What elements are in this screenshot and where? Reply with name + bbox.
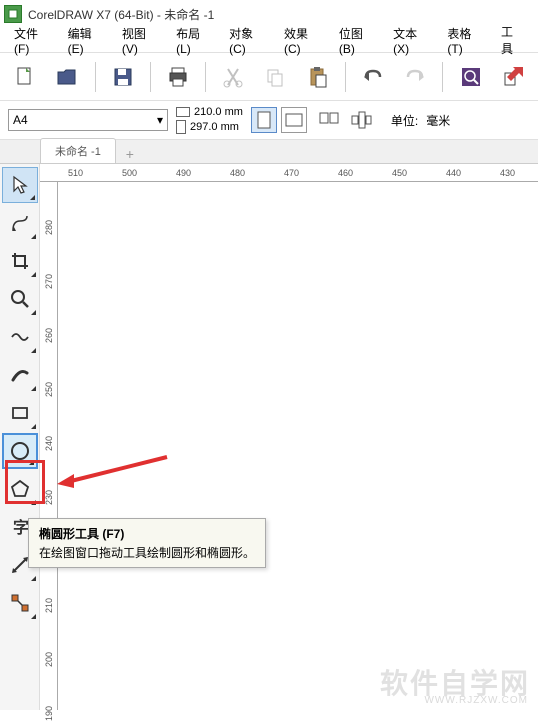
ruler-vertical[interactable]: 280 270 260 250 240 230 220 210 200 190 bbox=[40, 182, 58, 710]
open-button[interactable] bbox=[50, 59, 84, 95]
menu-edit[interactable]: 编辑(E) bbox=[62, 23, 112, 58]
annotation-arrow bbox=[52, 452, 172, 492]
connector-tool[interactable] bbox=[2, 585, 38, 621]
menu-bitmap[interactable]: 位图(B) bbox=[333, 23, 383, 58]
paste-button[interactable] bbox=[301, 59, 335, 95]
menu-effects[interactable]: 效果(C) bbox=[278, 23, 329, 58]
page-dimensions: 210.0 mm 297.0 mm bbox=[176, 106, 243, 134]
zoom-tool[interactable] bbox=[2, 281, 38, 317]
watermark-url: WWW.RJZXW.COM bbox=[424, 695, 528, 706]
document-tabs: 未命名 -1 + bbox=[0, 140, 538, 164]
canvas-area: 510 500 490 480 470 460 450 440 430 280 … bbox=[40, 164, 538, 710]
menu-layout[interactable]: 布局(L) bbox=[170, 23, 219, 58]
ruler-horizontal[interactable]: 510 500 490 480 470 460 450 440 430 bbox=[40, 164, 538, 182]
save-button[interactable] bbox=[106, 59, 140, 95]
polygon-tool[interactable] bbox=[2, 471, 38, 507]
unit-value[interactable]: 毫米 bbox=[426, 112, 450, 129]
menu-text[interactable]: 文本(X) bbox=[387, 23, 437, 58]
ellipse-tool[interactable] bbox=[2, 433, 38, 469]
shape-tool[interactable] bbox=[2, 205, 38, 241]
pick-tool[interactable] bbox=[2, 167, 38, 203]
property-toolbar: A4 ▾ 210.0 mm 297.0 mm 单位: 毫米 bbox=[0, 100, 538, 140]
freehand-tool[interactable] bbox=[2, 319, 38, 355]
menu-view[interactable]: 视图(V) bbox=[116, 23, 166, 58]
app-title: CorelDRAW X7 (64-Bit) - 未命名 -1 bbox=[28, 6, 214, 23]
print-button[interactable] bbox=[161, 59, 195, 95]
unit-label: 单位: bbox=[391, 112, 418, 129]
tooltip-title: 椭圆形工具 (F7) bbox=[39, 525, 255, 542]
menu-table[interactable]: 表格(T) bbox=[441, 23, 491, 58]
app-icon bbox=[4, 5, 22, 23]
menu-tools[interactable]: 工具 bbox=[495, 21, 530, 59]
landscape-button[interactable] bbox=[281, 107, 307, 133]
copy-button[interactable] bbox=[258, 59, 292, 95]
drawing-canvas[interactable] bbox=[58, 182, 538, 710]
search-button[interactable] bbox=[453, 59, 487, 95]
doc-tab-1[interactable]: 未命名 -1 bbox=[40, 138, 116, 163]
tooltip-description: 在绘图窗口拖动工具绘制圆形和椭圆形。 bbox=[39, 544, 255, 561]
height-icon bbox=[176, 120, 186, 134]
svg-text:字: 字 bbox=[13, 518, 29, 537]
add-tab-button[interactable]: + bbox=[120, 145, 140, 163]
tooltip: 椭圆形工具 (F7) 在绘图窗口拖动工具绘制圆形和椭圆形。 bbox=[28, 518, 266, 568]
chevron-down-icon: ▾ bbox=[157, 113, 163, 127]
menu-object[interactable]: 对象(C) bbox=[223, 23, 274, 58]
page-width[interactable]: 210.0 mm bbox=[194, 106, 243, 118]
standard-toolbar bbox=[0, 52, 538, 100]
cut-button[interactable] bbox=[216, 59, 250, 95]
page-height[interactable]: 297.0 mm bbox=[190, 121, 239, 133]
launch-button[interactable] bbox=[496, 59, 530, 95]
layout-all-pages-button[interactable] bbox=[315, 107, 343, 133]
menu-file[interactable]: 文件(F) bbox=[8, 23, 58, 58]
layout-current-page-button[interactable] bbox=[347, 107, 375, 133]
toolbox: 字 bbox=[0, 164, 40, 710]
new-button[interactable] bbox=[8, 59, 42, 95]
menubar: 文件(F) 编辑(E) 视图(V) 布局(L) 对象(C) 效果(C) 位图(B… bbox=[0, 28, 538, 52]
undo-button[interactable] bbox=[356, 59, 390, 95]
paper-size-select[interactable]: A4 ▾ bbox=[8, 109, 168, 131]
artistic-media-tool[interactable] bbox=[2, 357, 38, 393]
portrait-button[interactable] bbox=[251, 107, 277, 133]
crop-tool[interactable] bbox=[2, 243, 38, 279]
redo-button[interactable] bbox=[398, 59, 432, 95]
rectangle-tool[interactable] bbox=[2, 395, 38, 431]
width-icon bbox=[176, 107, 190, 117]
